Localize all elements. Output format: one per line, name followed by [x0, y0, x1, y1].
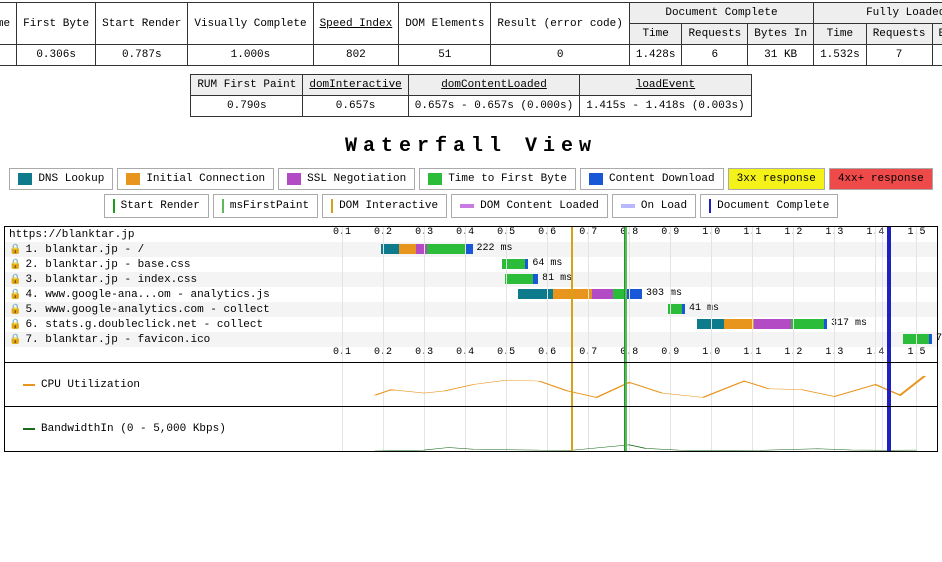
h-rum-fp: RUM First Paint [191, 75, 303, 96]
lock-icon: 🔒 [9, 334, 21, 346]
v-result: 0 [491, 45, 629, 66]
v-load-evt: 1.415s - 1.418s (0.003s) [580, 96, 751, 117]
v-first-byte: 0.306s [17, 45, 96, 66]
h-result: Result (error code) [491, 3, 629, 45]
h-visually-complete: Visually Complete [188, 3, 313, 45]
v-start-render: 0.787s [96, 45, 188, 66]
waterfall-url: https://blanktar.jp [5, 229, 301, 241]
request-label: 7. blanktar.jp - favicon.ico [25, 334, 210, 346]
lock-icon: 🔒 [9, 289, 21, 301]
swatch-cpu [23, 384, 35, 386]
h-full-bytes: Bytes In [932, 24, 942, 45]
swatch-4xx: 4xx+ response [829, 168, 933, 190]
h-doc-time: Time [629, 24, 682, 45]
h-full-req: Requests [866, 24, 932, 45]
lock-icon: 🔒 [9, 259, 21, 271]
request-duration: 70 ms [936, 333, 942, 344]
v-rum-fp: 0.790s [191, 96, 303, 117]
v-full-req: 7 [866, 45, 932, 66]
swatch-conn [126, 173, 140, 185]
swatch-ttfb [428, 173, 442, 185]
v-doc-bytes: 31 KB [748, 45, 814, 66]
h-dcl[interactable]: domContentLoaded [408, 75, 579, 96]
request-label: 5. www.google-analytics.com - collect [25, 304, 269, 316]
lock-icon: 🔒 [9, 319, 21, 331]
h-doc-bytes: Bytes In [748, 24, 814, 45]
waterfall-request-row[interactable]: 🔒 5. www.google-analytics.com - collect 41… [5, 302, 937, 317]
ticks-bottom: 0.10.20.30.40.50.60.70.80.91.01.11.21.31… [301, 347, 937, 362]
swatch-3xx: 3xx response [728, 168, 825, 190]
bandwidth-chart: BandwidthIn (0 - 5,000 Kbps) [5, 407, 937, 451]
ticks-top: 0.10.20.30.40.50.60.70.80.91.01.11.21.31… [301, 227, 937, 242]
swatch-fp [222, 199, 224, 213]
lock-icon: 🔒 [9, 244, 21, 256]
request-label: 3. blanktar.jp - index.css [25, 274, 197, 286]
swatch-ol [621, 204, 635, 208]
h-doc-complete: Document Complete [629, 3, 813, 24]
h-first-byte: First Byte [17, 3, 96, 45]
request-duration: 81 ms [542, 273, 572, 284]
v-doc-time: 1.428s [629, 45, 682, 66]
v-full-time: 1.532s [814, 45, 867, 66]
request-duration: 41 ms [689, 303, 719, 314]
swatch-dc [709, 199, 711, 213]
request-label: 4. www.google-ana...om - analytics.js [25, 289, 269, 301]
timing-table: RUM First Paint domInteractive domConten… [190, 74, 751, 117]
swatch-dns [18, 173, 32, 185]
h-load-time: Load Time [0, 3, 17, 45]
swatch-bw [23, 428, 35, 430]
h-doc-req: Requests [682, 24, 748, 45]
request-duration: 222 ms [477, 243, 513, 254]
waterfall-requests: https://blanktar.jp 0.10.20.30.40.50.60.… [5, 227, 937, 363]
v-full-bytes: 42 KB [932, 45, 942, 66]
waterfall-request-row[interactable]: 🔒 3. blanktar.jp - index.css 81 ms [5, 272, 937, 287]
waterfall-request-row[interactable]: 🔒 1. blanktar.jp - / 222 ms [5, 242, 937, 257]
waterfall-title: Waterfall View [0, 135, 942, 158]
legend-markers: Start Render msFirstPaint DOM Interactiv… [0, 194, 942, 218]
v-dom-int: 0.657s [303, 96, 408, 117]
lock-icon: 🔒 [9, 274, 21, 286]
swatch-di [331, 199, 333, 213]
waterfall-chart[interactable]: https://blanktar.jp 0.10.20.30.40.50.60.… [4, 226, 938, 452]
waterfall-request-row[interactable]: 🔒 2. blanktar.jp - base.css 64 ms [5, 257, 937, 272]
waterfall-request-row[interactable]: 🔒 4. www.google-ana...om - analytics.js 30… [5, 287, 937, 302]
swatch-sr [113, 199, 115, 213]
request-duration: 303 ms [646, 288, 682, 299]
v-load-time: 1.428s [0, 45, 17, 66]
cpu-utilization-chart: CPU Utilization [5, 363, 937, 407]
request-label: 2. blanktar.jp - base.css [25, 259, 190, 271]
request-duration: 317 ms [831, 318, 867, 329]
legend-phases: DNS Lookup Initial Connection SSL Negoti… [0, 168, 942, 190]
waterfall-request-row[interactable]: 🔒 6. stats.g.doubleclick.net - collect 317… [5, 317, 937, 332]
swatch-dcl [460, 204, 474, 208]
v-dom-elements: 51 [399, 45, 491, 66]
h-load-evt[interactable]: loadEvent [580, 75, 751, 96]
request-duration: 64 ms [532, 258, 562, 269]
v-doc-req: 6 [682, 45, 748, 66]
lock-icon: 🔒 [9, 304, 21, 316]
h-speed-index[interactable]: Speed Index [313, 3, 399, 45]
h-dom-elements: DOM Elements [399, 3, 491, 45]
h-full-time: Time [814, 24, 867, 45]
v-visually-complete: 1.000s [188, 45, 313, 66]
swatch-dl [589, 173, 603, 185]
request-label: 6. stats.g.doubleclick.net - collect [25, 319, 263, 331]
request-label: 1. blanktar.jp - / [25, 244, 144, 256]
h-fully-loaded: Fully Loaded [814, 3, 942, 24]
v-speed-index: 802 [313, 45, 399, 66]
h-dom-int[interactable]: domInteractive [303, 75, 408, 96]
swatch-ssl [287, 173, 301, 185]
summary-table: Load Time First Byte Start Render Visual… [0, 2, 942, 66]
waterfall-request-row[interactable]: 🔒7. blanktar.jp - favicon.ico70 ms [5, 332, 937, 347]
v-dcl: 0.657s - 0.657s (0.000s) [408, 96, 579, 117]
h-start-render: Start Render [96, 3, 188, 45]
